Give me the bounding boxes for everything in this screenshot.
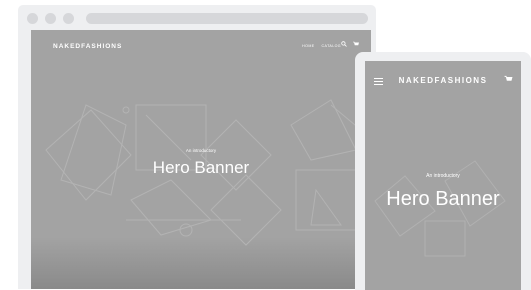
address-bar[interactable] [86,13,368,24]
cart-icon[interactable] [504,75,513,83]
cart-icon[interactable] [353,41,359,47]
hero-title: Hero Banner [152,158,250,177]
nav-item-home[interactable]: HOME [302,44,314,48]
hero-subtitle: An introductory [185,148,217,153]
desktop-hero-screen: NAKEDFASHIONS HOME CATALOG An introducto… [31,30,371,289]
search-icon[interactable] [341,41,347,47]
window-dot-2 [45,13,56,24]
mobile-brand-logo[interactable]: NAKEDFASHIONS [365,76,521,85]
window-dot-3 [63,13,74,24]
window-dot-1 [27,13,38,24]
mobile-hero-title: Hero Banner [386,188,500,210]
mobile-hero-subtitle: An introductory [426,173,460,179]
mobile-hero-screen: NAKEDFASHIONS An introductory Hero Banne… [365,61,521,290]
mobile-device-mockup: NAKEDFASHIONS An introductory Hero Banne… [355,52,531,290]
brand-logo[interactable]: NAKEDFASHIONS [53,43,122,50]
nav-item-catalog[interactable]: CATALOG [322,44,341,48]
desktop-nav: HOME CATALOG [302,44,341,48]
desktop-browser-mockup: NAKEDFASHIONS HOME CATALOG An introducto… [18,5,376,289]
nav-icons [341,41,359,47]
